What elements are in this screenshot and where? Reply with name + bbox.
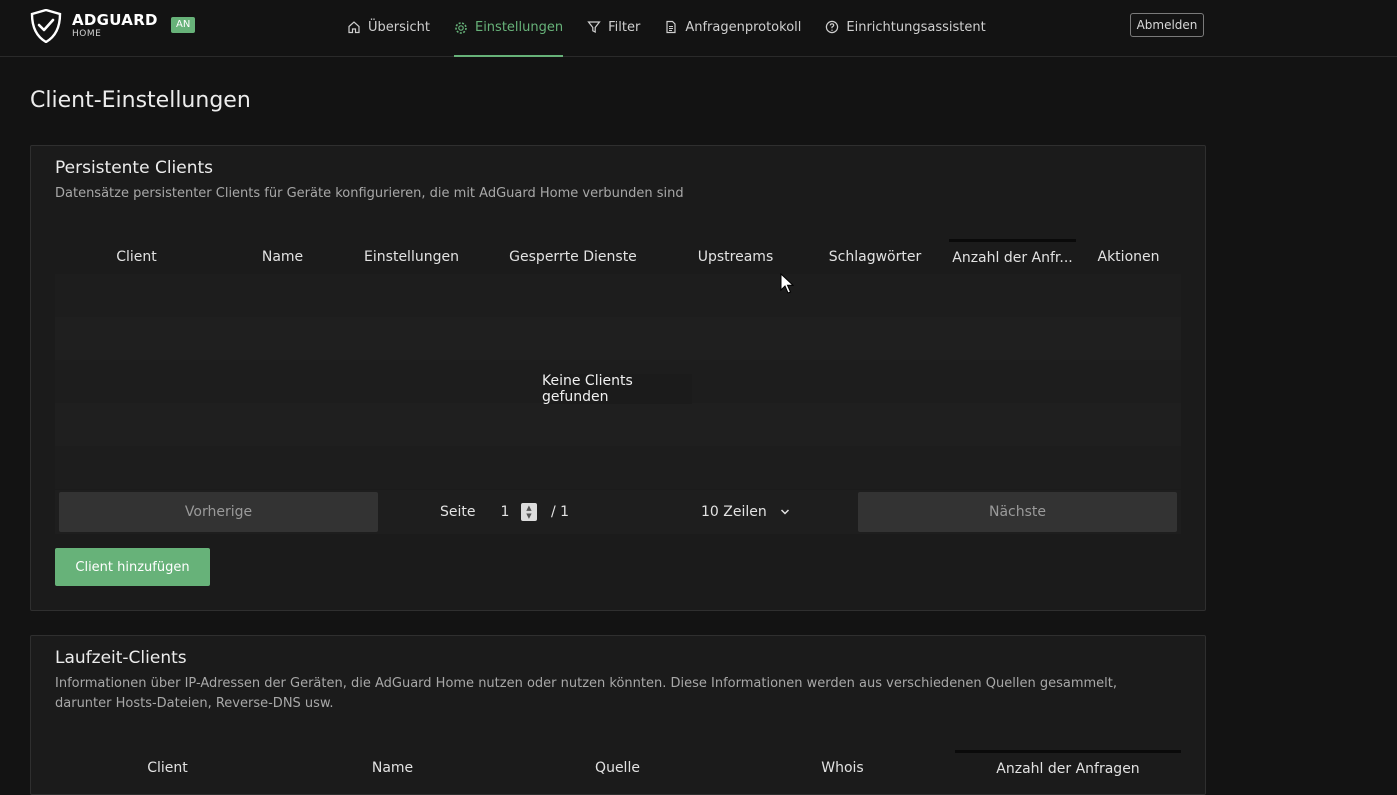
persistent-clients-subtitle: Datensätze persistenter Clients für Gerä…: [55, 186, 684, 201]
persistent-clients-card: Persistente Clients Datensätze persisten…: [30, 145, 1206, 611]
shield-check-icon: [30, 9, 62, 43]
home-icon: [348, 21, 360, 34]
logo-name: ADGUARD: [72, 11, 158, 29]
gear-icon: [455, 21, 467, 34]
filter-icon: [587, 21, 601, 33]
nav-overview-label: Übersicht: [368, 19, 430, 35]
persistent-table-body: Keine Clients gefunden: [55, 274, 1181, 489]
table-row: [55, 317, 1181, 360]
page-total: / 1: [551, 504, 570, 520]
chevron-down-icon: [780, 509, 790, 515]
previous-page-button[interactable]: Vorherige: [59, 492, 378, 532]
logout-button[interactable]: Abmelden: [1130, 13, 1204, 37]
column-name[interactable]: Name: [218, 239, 347, 274]
next-page-button[interactable]: Nächste: [858, 492, 1177, 532]
chevron-down-icon[interactable]: ▼: [526, 512, 531, 520]
status-badge: AN: [171, 17, 196, 33]
main-nav: Übersicht Einstellungen Filter Anfragenp…: [347, 0, 1010, 57]
column-actions[interactable]: Aktionen: [1076, 239, 1181, 274]
runtime-clients-card: Laufzeit-Clients Informationen über IP-A…: [30, 635, 1206, 795]
table-row: [55, 403, 1181, 446]
column-client[interactable]: Client: [55, 750, 280, 785]
add-client-button[interactable]: Client hinzufügen: [55, 548, 210, 586]
rows-per-page-value: 10 Zeilen: [701, 504, 767, 520]
column-whois[interactable]: Whois: [730, 750, 955, 785]
mouse-pointer-icon: [780, 273, 794, 294]
nav-setup-guide[interactable]: Einrichtungsassistent: [825, 0, 986, 54]
pagination: Vorherige Seite 1 ▲ ▼ / 1 10 Zeilen Näch…: [55, 490, 1181, 534]
nav-overview[interactable]: Übersicht: [347, 0, 430, 54]
nav-settings[interactable]: Einstellungen: [453, 0, 564, 57]
column-client[interactable]: Client: [55, 239, 218, 274]
nav-setup-guide-label: Einrichtungsassistent: [846, 19, 986, 35]
column-name[interactable]: Name: [280, 750, 505, 785]
column-requests-count[interactable]: Anzahl der Anfragen: [955, 750, 1181, 785]
nav-filter-label: Filter: [608, 19, 641, 35]
runtime-clients-subtitle: Informationen über IP-Adressen der Gerät…: [55, 676, 1118, 711]
column-tags[interactable]: Schlagwörter: [801, 239, 949, 274]
column-source[interactable]: Quelle: [505, 750, 730, 785]
rows-per-page-select[interactable]: 10 Zeilen: [692, 500, 796, 524]
column-blocked-services[interactable]: Gesperrte Dienste: [476, 239, 670, 274]
nav-filter[interactable]: Filter: [587, 0, 640, 54]
page-number-value: 1: [500, 504, 510, 520]
top-header: ADGUARD HOME AN Übersicht Einstellungen …: [0, 0, 1397, 57]
page-stepper[interactable]: ▲ ▼: [521, 503, 537, 521]
page-title: Client-Einstellungen: [30, 88, 251, 113]
runtime-clients-title: Laufzeit-Clients: [55, 648, 187, 668]
document-icon: [666, 20, 676, 34]
persistent-table-header: Client Name Einstellungen Gesperrte Dien…: [55, 239, 1181, 274]
column-requests-count[interactable]: Anzahl der Anfr...: [949, 239, 1076, 274]
persistent-clients-title: Persistente Clients: [55, 158, 214, 178]
logo-subtitle: HOME: [72, 29, 102, 39]
runtime-table-header: Client Name Quelle Whois Anzahl der Anfr…: [55, 750, 1181, 785]
empty-message: Keine Clients gefunden: [542, 373, 692, 405]
page-label: Seite: [440, 504, 476, 520]
nav-query-log[interactable]: Anfragenprotokoll: [664, 0, 801, 54]
chevron-up-icon[interactable]: ▲: [526, 504, 531, 512]
nav-settings-label: Einstellungen: [474, 20, 564, 35]
page-number-input[interactable]: 1 ▲ ▼: [489, 500, 541, 524]
column-upstreams[interactable]: Upstreams: [670, 239, 801, 274]
logo[interactable]: ADGUARD HOME: [30, 9, 158, 43]
help-circle-icon: [826, 20, 839, 34]
column-settings[interactable]: Einstellungen: [347, 239, 476, 274]
nav-query-log-label: Anfragenprotokoll: [685, 19, 802, 35]
